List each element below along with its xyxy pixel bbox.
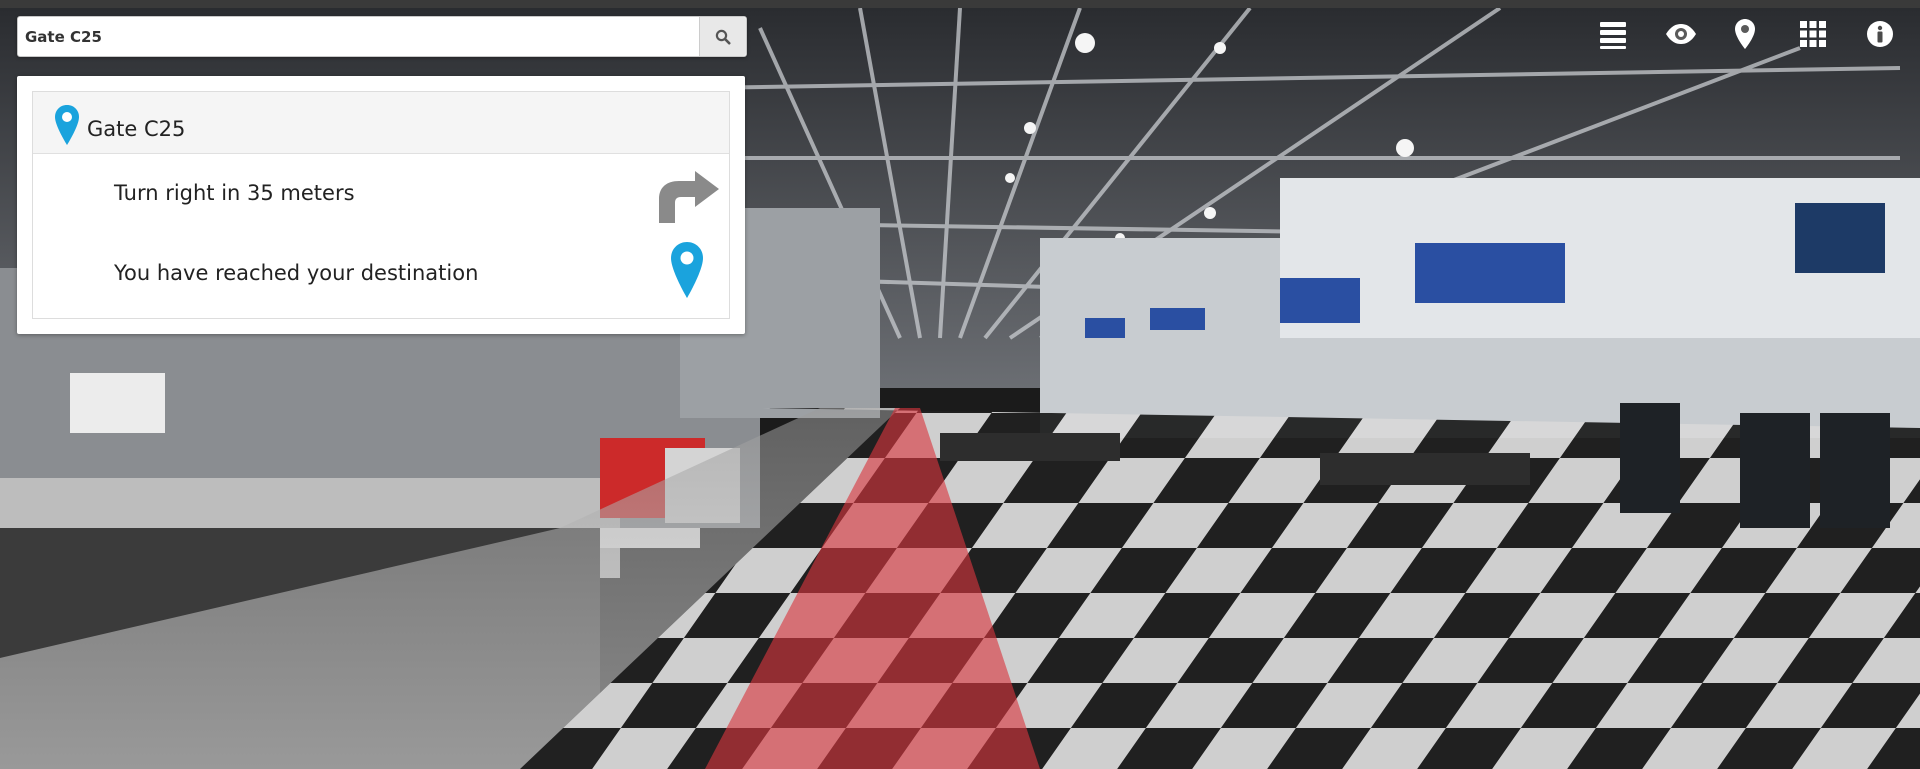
route-header[interactable]: Gate C25 [33,92,729,154]
grid-icon [1800,21,1826,47]
grid-button[interactable] [1793,14,1833,54]
list-button[interactable] [1593,14,1633,54]
map-marker-icon [1735,19,1755,49]
map-pin-icon [671,242,703,298]
search-button[interactable] [699,17,746,56]
route-step-text: Turn right in 35 meters [114,181,355,205]
search-input[interactable] [18,17,699,56]
info-button[interactable] [1860,14,1900,54]
info-icon [1867,21,1893,47]
search-box [17,16,747,57]
eye-icon [1666,24,1696,44]
turn-right-arrow-icon [659,171,719,223]
route-directions-panel: Gate C25 Turn right in 35 meters You hav… [17,76,745,334]
list-icon [1600,22,1626,49]
search-icon [715,29,731,44]
route-step[interactable]: You have reached your destination [33,234,729,314]
route-step[interactable]: Turn right in 35 meters [33,154,729,234]
route-directions-list: Gate C25 Turn right in 35 meters You hav… [32,91,730,319]
route-destination-title: Gate C25 [87,117,186,141]
map-pin-icon [55,105,79,145]
view-button[interactable] [1661,14,1701,54]
top-edge-bar [0,0,1920,8]
location-button[interactable] [1725,14,1765,54]
route-step-text: You have reached your destination [114,261,479,285]
